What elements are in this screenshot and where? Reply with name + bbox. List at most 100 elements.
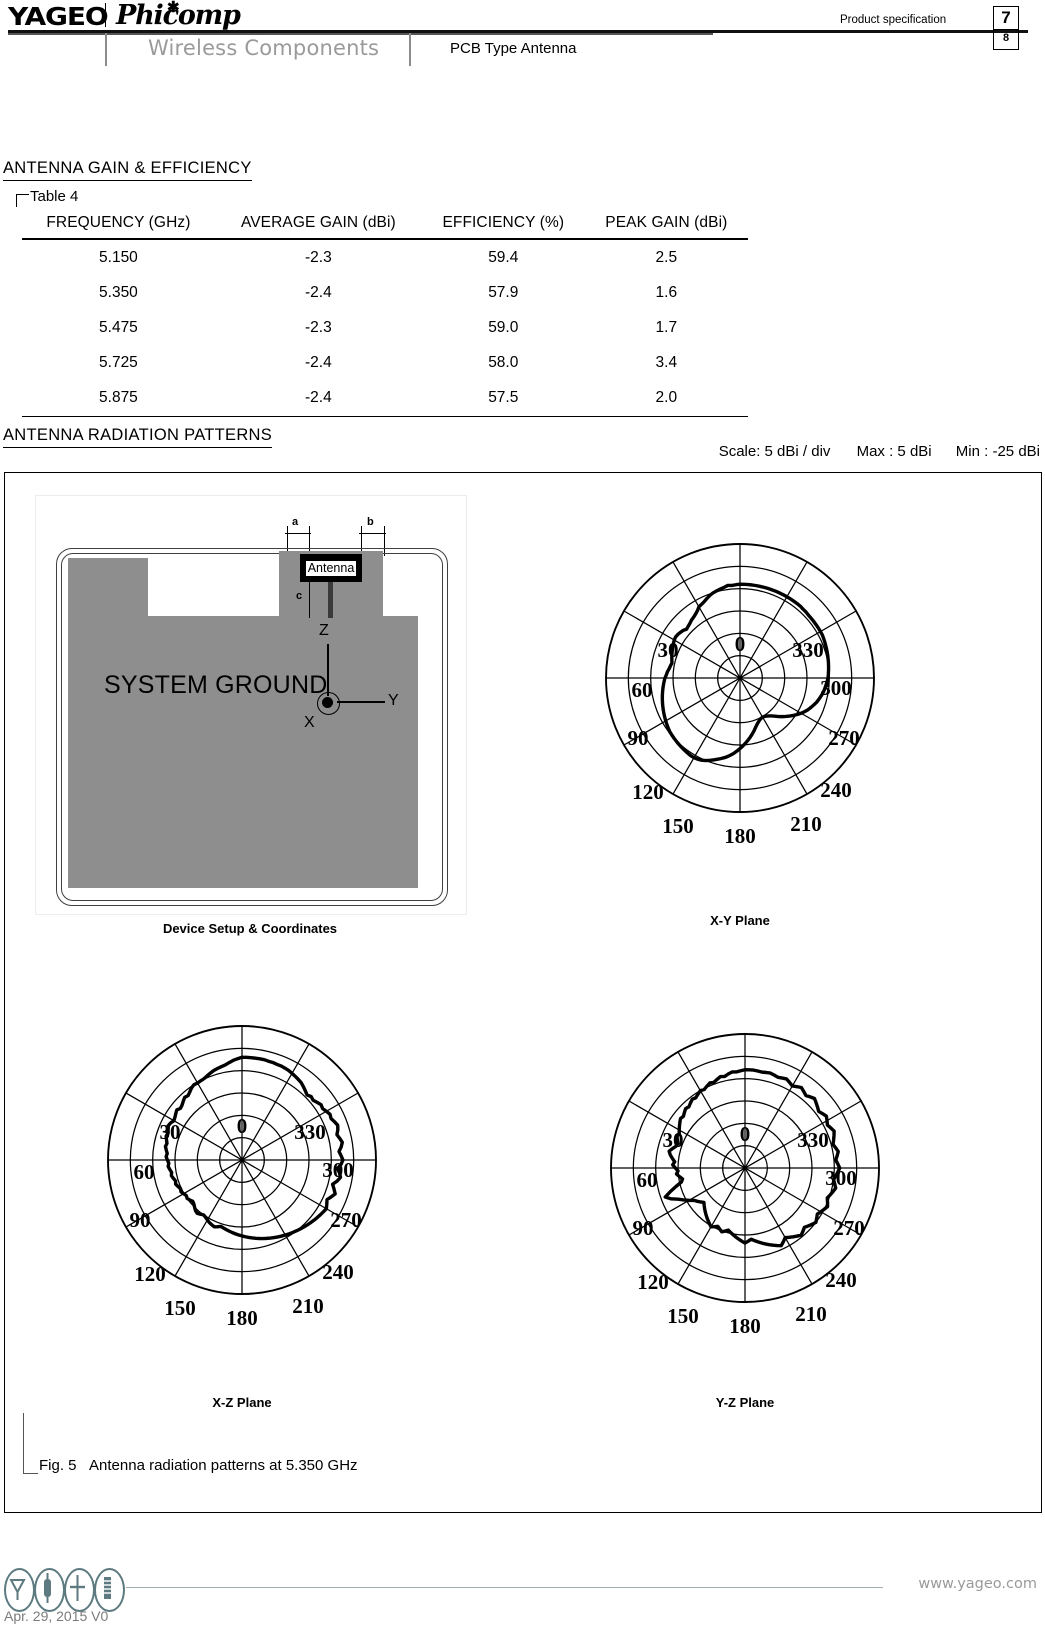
cell-average-gain: -2.4	[305, 389, 332, 407]
theta-tick-240: 240	[322, 1260, 354, 1284]
x-axis-dot-icon	[322, 697, 333, 708]
cell-average-gain: -2.3	[305, 318, 332, 336]
theta-tick-30: 30	[657, 638, 679, 662]
cell-peak-gain: 1.7	[655, 318, 678, 336]
theta-tick-60: 60	[636, 1168, 658, 1192]
dim-b-bar	[359, 533, 386, 535]
cell-efficiency: 57.5	[488, 389, 519, 407]
theta-tick-90: 90	[627, 726, 649, 750]
gain-efficiency-table: FREQUENCY (GHz) AVERAGE GAIN (dBi) EFFIC…	[22, 210, 748, 417]
theta-tick-150: 150	[667, 1304, 699, 1328]
scale-max: Max : 5 dBi	[856, 443, 932, 460]
theta-tick-270: 270	[330, 1208, 362, 1232]
theta-tick-330: 330	[792, 638, 824, 662]
cell-average-gain: -2.4	[305, 283, 332, 301]
y-axis-label: Y	[388, 692, 399, 709]
polar-plot-xz: 0 30 60 90 120 150 180 210 240 270 300 330	[67, 985, 417, 1335]
dim-b-label: b	[367, 516, 374, 528]
cell-efficiency: 59.0	[488, 318, 519, 336]
x-axis-label: X	[304, 714, 315, 731]
theta-tick-120: 120	[632, 780, 664, 804]
table-row: 5.150 -2.3 59.4 2.5	[22, 239, 748, 275]
cell-frequency: 5.475	[99, 318, 138, 336]
section-title-radiation-patterns: ANTENNA RADIATION PATTERNS	[3, 426, 273, 448]
page-number-box: 7	[993, 6, 1019, 30]
theta-tick-30: 30	[662, 1128, 684, 1152]
figure-caption-text: Antenna radiation patterns at 5.350 GHz	[89, 1457, 358, 1474]
page-total: 8	[1002, 32, 1010, 44]
table-body: 5.150 -2.3 59.4 2.5 5.350 -2.4 57.9 1.6 …	[22, 239, 748, 417]
theta-tick-120: 120	[134, 1262, 166, 1286]
antenna-symbol-icon	[4, 1568, 35, 1612]
device-setup-diagram: a b Antenna c SYSTEM GROUND Z Y X	[35, 495, 467, 915]
logo-divider	[105, 3, 106, 27]
product-line: PCB Type Antenna	[450, 40, 577, 57]
dim-c-label: c	[296, 590, 303, 602]
theta-tick-0: 0	[739, 1122, 751, 1146]
col-average-gain: AVERAGE GAIN (dBi)	[240, 214, 396, 231]
star-icon: ✱	[167, 0, 180, 16]
device-setup-caption: Device Setup & Coordinates	[162, 921, 338, 936]
theta-tick-150: 150	[662, 814, 694, 838]
cell-peak-gain: 3.4	[655, 354, 678, 372]
theta-tick-330: 330	[294, 1120, 326, 1144]
theta-tick-210: 210	[292, 1294, 324, 1318]
website-url[interactable]: www.yageo.com	[918, 1576, 1037, 1592]
tagline: Wireless Components	[148, 36, 380, 60]
header-divider-left	[105, 33, 107, 66]
dim-a-label: a	[292, 516, 299, 528]
figure-caption: Fig. 5 Antenna radiation patterns at 5.3…	[39, 1457, 358, 1474]
polar-plot-xy: 0 30 60 90 120 150 180 210 240 270 300 330	[565, 503, 915, 853]
table-row: 5.350 -2.4 57.9 1.6	[22, 275, 748, 310]
theta-tick-90: 90	[632, 1216, 654, 1240]
antenna-label: Antenna	[305, 560, 357, 576]
table-head: FREQUENCY (GHz) AVERAGE GAIN (dBi) EFFIC…	[22, 210, 748, 239]
section-title-gain-efficiency: ANTENNA GAIN & EFFICIENCY	[3, 159, 252, 181]
theta-tick-0: 0	[734, 632, 746, 656]
theta-tick-90: 90	[129, 1208, 151, 1232]
cell-average-gain: -2.4	[305, 354, 332, 372]
cell-frequency: 5.150	[99, 248, 138, 266]
scale-divisions: Scale: 5 dBi / div	[718, 443, 831, 460]
header-rule-secondary	[8, 33, 713, 35]
scale-legend: Scale: 5 dBi / div Max : 5 dBi Min : -25…	[715, 443, 1040, 460]
cell-frequency: 5.875	[99, 389, 138, 407]
footer-rule	[126, 1587, 883, 1589]
col-frequency: FREQUENCY (GHz)	[46, 214, 191, 231]
page-footer: www.yageo.com Apr. 29, 2015 V0	[0, 1556, 1045, 1652]
scale-min: Min : -25 dBi	[955, 443, 1040, 460]
doc-type: Product specification	[840, 14, 947, 26]
cell-frequency: 5.350	[99, 283, 138, 301]
caption-xz-plane: X-Z Plane	[212, 1395, 272, 1410]
theta-tick-180: 180	[226, 1306, 258, 1330]
table-bracket	[16, 194, 29, 207]
cell-frequency: 5.725	[99, 354, 138, 372]
ground-plane	[68, 616, 418, 888]
cell-average-gain: -2.3	[305, 248, 332, 266]
caption-xy-plane: X-Y Plane	[710, 913, 770, 928]
table-caption: Table 4	[30, 188, 79, 205]
header-divider-right	[409, 33, 411, 66]
theta-tick-330: 330	[797, 1128, 829, 1152]
theta-tick-300: 300	[820, 676, 852, 700]
cell-peak-gain: 1.6	[655, 283, 678, 301]
table-header-row: FREQUENCY (GHz) AVERAGE GAIN (dBi) EFFIC…	[22, 210, 748, 239]
theta-tick-0: 0	[236, 1114, 248, 1138]
theta-tick-210: 210	[795, 1302, 827, 1326]
figure-bracket	[23, 1413, 38, 1474]
theta-tick-210: 210	[790, 812, 822, 836]
cell-efficiency: 59.4	[488, 248, 519, 266]
table-row: 5.475 -2.3 59.0 1.7	[22, 310, 748, 345]
system-ground-label: SYSTEM GROUND	[104, 671, 328, 699]
z-axis-line	[327, 644, 329, 696]
y-axis-line	[337, 701, 385, 703]
antenna-badge: Antenna	[300, 554, 362, 582]
cell-peak-gain: 2.0	[655, 389, 678, 407]
page-current: 7	[1001, 8, 1011, 27]
theta-tick-60: 60	[133, 1160, 155, 1184]
ground-top-left-pad	[68, 558, 148, 618]
antenna-feed-stem	[328, 582, 333, 618]
col-peak-gain: PEAK GAIN (dBi)	[605, 214, 728, 231]
page-total-box: 8	[993, 28, 1019, 50]
polar-plot-yz: 0 30 60 90 120 150 180 210 240 270 300 330	[570, 993, 920, 1343]
